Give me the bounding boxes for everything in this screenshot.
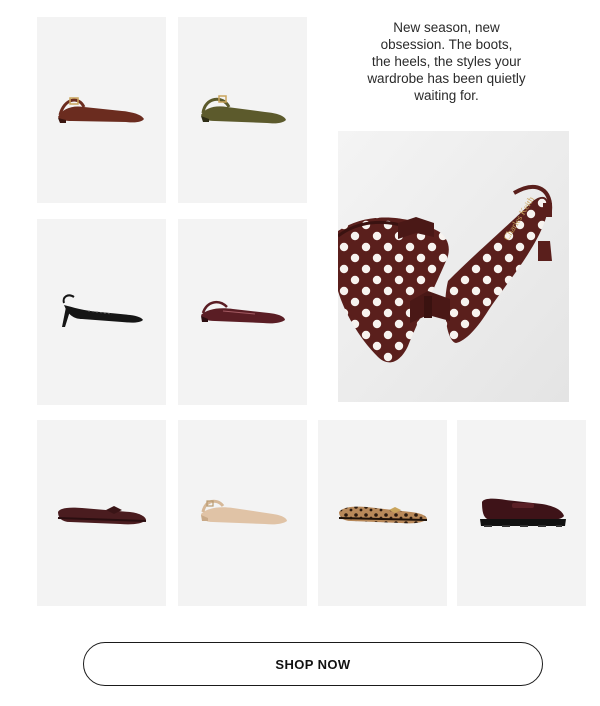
burgundy-patent-loafer-icon bbox=[479, 498, 566, 527]
leopard-ballet-flat-icon bbox=[338, 506, 427, 524]
black-mesh-kitten-heel-icon bbox=[61, 294, 143, 327]
burgundy-ballet-flat-icon bbox=[57, 506, 146, 525]
olive-slingback-flat-icon bbox=[200, 95, 286, 124]
shop-now-button[interactable]: SHOP NOW bbox=[83, 642, 543, 686]
product-tile-burgundy-ballet-flat[interactable] bbox=[37, 420, 166, 606]
product-tile-nude-slingback[interactable] bbox=[178, 420, 307, 606]
polka-dot-heels-icon: Charles Keith bbox=[338, 131, 569, 402]
product-tile-leopard-ballet-flat[interactable] bbox=[318, 420, 447, 606]
product-tile-black-mesh-heel[interactable] bbox=[37, 219, 166, 405]
product-tile-burgundy-patent-slingback[interactable] bbox=[178, 219, 307, 405]
burgundy-patent-slingback-icon bbox=[200, 300, 285, 324]
product-tile-burgundy-loafer[interactable] bbox=[457, 420, 586, 606]
hero-image-polka-dot-slingbacks[interactable]: Charles Keith bbox=[338, 131, 569, 402]
nude-slingback-flat-icon bbox=[200, 499, 287, 525]
promo-tagline: New season, new obsession. The boots, th… bbox=[367, 20, 526, 103]
brown-slingback-flat-icon bbox=[57, 97, 144, 123]
product-tile-brown-slingback[interactable] bbox=[37, 17, 166, 203]
product-tile-olive-slingback[interactable] bbox=[178, 17, 307, 203]
